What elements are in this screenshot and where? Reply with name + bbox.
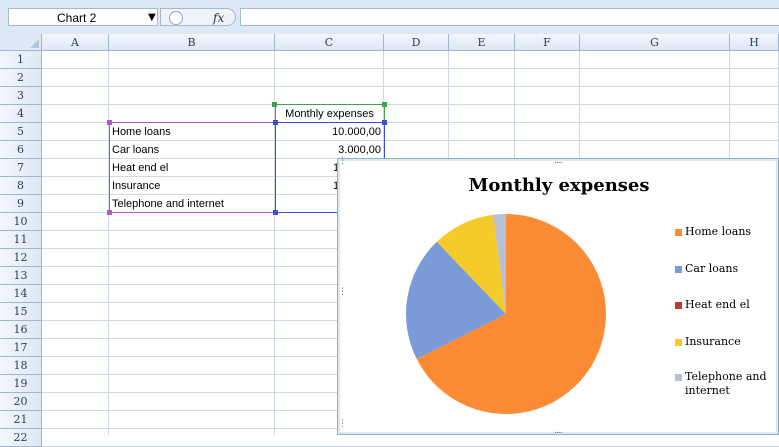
row-header-20[interactable]: 20 [0, 393, 42, 411]
range-handle[interactable] [107, 210, 112, 215]
row-header-19[interactable]: 19 [0, 375, 42, 393]
row-header-2[interactable]: 2 [0, 69, 42, 87]
column-header-a[interactable]: A [42, 34, 109, 51]
row-header-1[interactable]: 1 [0, 51, 42, 69]
gridline [42, 86, 779, 87]
row-header-13[interactable]: 13 [0, 267, 42, 285]
legend-swatch [675, 302, 682, 309]
select-all-button[interactable] [0, 34, 42, 51]
column-header-g[interactable]: G [580, 34, 730, 51]
row-header-14[interactable]: 14 [0, 285, 42, 303]
legend-swatch [675, 229, 682, 236]
row-header-18[interactable]: 18 [0, 357, 42, 375]
range-handle[interactable] [382, 120, 387, 125]
pie-chart[interactable]: .... .... ⋮ ⋮ ⋮ Monthly expenses Home lo… [337, 156, 779, 436]
row-header-17[interactable]: 17 [0, 339, 42, 357]
range-handle[interactable] [273, 210, 278, 215]
row-header-3[interactable]: 3 [0, 87, 42, 105]
gridline [42, 104, 779, 105]
series-name-range [275, 104, 385, 123]
column-header-h[interactable]: H [730, 34, 779, 51]
row-header-8[interactable]: 8 [0, 177, 42, 195]
gridline [108, 51, 109, 435]
legend-swatch [675, 374, 682, 381]
column-header-c[interactable]: C [275, 34, 384, 51]
formula-input[interactable] [240, 8, 779, 26]
legend-swatch [675, 266, 682, 273]
row-header-10[interactable]: 10 [0, 213, 42, 231]
row-header-4[interactable]: 4 [0, 105, 42, 123]
row-header-9[interactable]: 9 [0, 195, 42, 213]
row-header-16[interactable]: 16 [0, 321, 42, 339]
row-header-22[interactable]: 22 [0, 429, 42, 447]
name-box[interactable]: Chart 2 [8, 8, 158, 26]
legend-label: Telephone and internet [685, 370, 767, 397]
range-handle[interactable] [107, 120, 112, 125]
legend-label: Home loans [685, 225, 752, 238]
column-header-f[interactable]: F [515, 34, 580, 51]
formula-status-icon [169, 11, 183, 25]
formula-bar: Chart 2 ▼ fx [0, 0, 779, 35]
column-header-d[interactable]: D [384, 34, 449, 51]
legend-label: Car loans [685, 262, 739, 275]
row-header-5[interactable]: 5 [0, 123, 42, 141]
row-header-12[interactable]: 12 [0, 249, 42, 267]
column-header-e[interactable]: E [449, 34, 515, 51]
formula-buttons: fx [160, 8, 236, 26]
row-header-7[interactable]: 7 [0, 159, 42, 177]
range-handle[interactable] [382, 102, 387, 107]
row-header-15[interactable]: 15 [0, 303, 42, 321]
row-header-21[interactable]: 21 [0, 411, 42, 429]
gridline [42, 68, 779, 69]
category-range [109, 122, 276, 213]
insert-function-button[interactable]: fx [213, 9, 224, 27]
range-handle[interactable] [273, 120, 278, 125]
row-header-11[interactable]: 11 [0, 231, 42, 249]
column-header-b[interactable]: B [109, 34, 275, 51]
legend-label: Heat end el [685, 298, 750, 311]
legend-label: Insurance [685, 335, 741, 348]
name-box-dropdown-icon[interactable]: ▼ [148, 12, 156, 23]
legend-swatch [675, 339, 682, 346]
row-header-6[interactable]: 6 [0, 141, 42, 159]
range-handle[interactable] [272, 102, 277, 107]
